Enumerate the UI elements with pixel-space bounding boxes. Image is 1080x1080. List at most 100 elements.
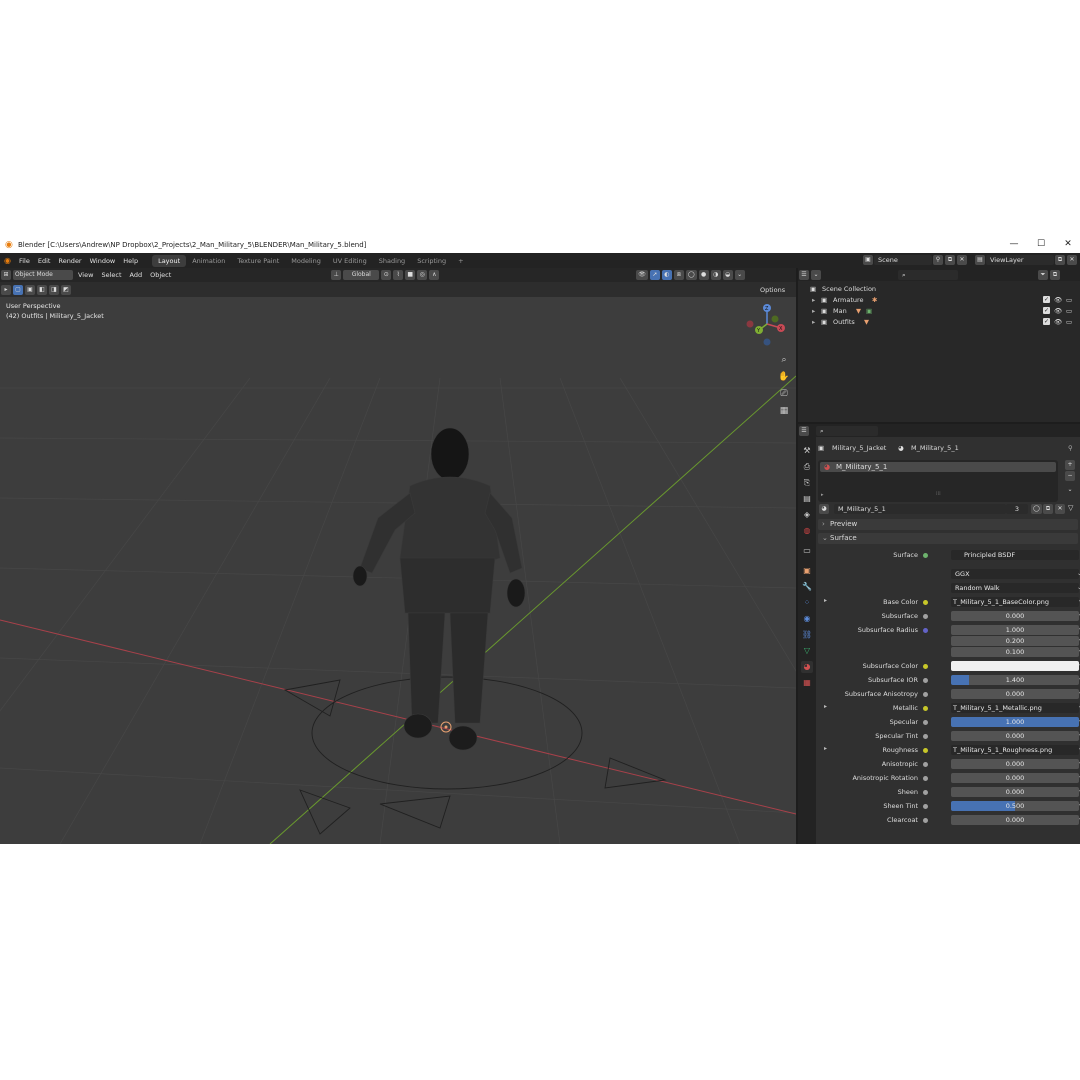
properties-editor-type-icon[interactable]: ☰ [799,425,809,436]
scene-tab-icon[interactable]: ◈ [801,509,813,521]
delete-view-layer-icon[interactable]: ✕ [1067,255,1077,265]
shading-solid-icon[interactable]: ● [698,270,709,280]
expand-input-icon[interactable]: ▸ [824,703,827,710]
outliner-item-armature[interactable]: ▸ ▣ Armature ✱ ✓ 👁 ▭ [798,294,1080,305]
texture-input[interactable]: T_Military_5_1_Roughness.png [951,745,1079,755]
select-subtract-icon[interactable]: ◧ [37,284,47,295]
select-extend-icon[interactable]: ▣ [25,284,35,295]
object-tab-icon[interactable]: ▣ [801,565,813,577]
expand-list-icon[interactable]: ▸ [821,492,824,498]
input-socket-icon[interactable] [923,678,928,683]
shading-options-icon[interactable]: ⌄ [734,270,745,280]
tab-animation[interactable]: Animation [186,255,231,267]
expand-arrow-icon[interactable]: ▸ [812,318,815,326]
material-users-count[interactable]: 3 [1006,504,1028,514]
input-socket-icon[interactable] [923,804,928,809]
pan-hand-icon[interactable]: ✋ [778,371,790,383]
scene-selector[interactable]: Scene [874,255,932,265]
menu-edit[interactable]: Edit [34,257,55,265]
expand-arrow-icon[interactable]: ▸ [812,307,815,315]
subsurface-method-selector[interactable]: Random Walk [951,583,1079,593]
viewport-menu-view[interactable]: View [74,271,97,279]
falloff-icon[interactable]: ∧ [429,270,440,280]
display-mode-icon[interactable]: ⌄ [811,269,821,280]
viewport-menu-select[interactable]: Select [97,271,125,279]
render-icon[interactable]: ▭ [1066,296,1072,304]
gizmo-neg-y[interactable] [771,315,779,323]
tab-scripting[interactable]: Scripting [411,255,452,267]
browse-material-icon[interactable]: ◕ [819,504,829,514]
gizmo-neg-z[interactable] [763,338,771,346]
expand-arrow-icon[interactable]: ▸ [812,296,815,304]
3d-viewport[interactable]: ⊞ Object Mode View Select Add Object ⊥ G… [0,268,796,844]
new-view-layer-icon[interactable]: ⧉ [1055,255,1065,265]
distribution-selector[interactable]: GGX [951,569,1079,579]
viewport-menu-add[interactable]: Add [126,271,147,279]
tab-layout[interactable]: Layout [152,254,187,267]
exclude-checkbox[interactable]: ✓ [1043,296,1050,303]
material-slot-row[interactable]: ◕ M_Military_5_1 [820,462,1056,472]
snap-target-icon[interactable]: ■ [405,270,416,280]
view-layer-selector[interactable]: ViewLayer [986,255,1054,265]
output-tab-icon[interactable]: ⎘ [801,477,813,489]
select-new-icon[interactable]: ▢ [13,284,23,295]
value-slider[interactable]: 0.000 [951,815,1079,825]
gizmo-neg-x[interactable] [746,320,754,328]
shading-material-icon[interactable]: ◑ [710,270,721,280]
input-socket-icon[interactable] [923,790,928,795]
expand-arrow-icon[interactable]: ⌄ [822,534,828,542]
constraints-tab-icon[interactable]: ⛓ [801,629,813,641]
pin-icon[interactable]: ⚲ [1068,444,1073,452]
input-socket-icon[interactable] [923,748,928,753]
physics-tab-icon[interactable]: ◉ [801,613,813,625]
visibility-icon[interactable]: 👁 [636,270,648,280]
menu-window[interactable]: Window [86,257,120,265]
overlay-toggle-icon[interactable]: ◐ [661,270,672,280]
outliner-item-man[interactable]: ▸ ▣ Man ▼ ▣ ✓ 👁 ▭ [798,305,1080,316]
unlink-material-icon[interactable]: ✕ [1055,504,1065,514]
gizmo-toggle-icon[interactable]: ➚ [649,270,660,280]
expand-input-icon[interactable]: ▸ [824,745,827,752]
pin-scene-icon[interactable]: ⚲ [933,255,943,265]
close-button[interactable]: ✕ [1057,236,1079,253]
view-layer-icon[interactable]: ▤ [975,255,985,265]
texture-input[interactable]: T_Military_5_1_Metallic.png [951,703,1079,713]
input-socket-icon[interactable] [923,600,928,605]
menu-render[interactable]: Render [54,257,85,265]
outliner-item-outfits[interactable]: ▸ ▣ Outfits ▼ ✓ 👁 ▭ [798,316,1080,327]
tool-tab-icon[interactable]: ⚒ [801,445,813,457]
remove-slot-button[interactable]: − [1065,471,1075,481]
particles-tab-icon[interactable]: ⁘ [801,597,813,609]
material-name-input[interactable]: M_Military_5_1 [834,504,1006,514]
value-slider[interactable]: 1.400 [951,675,1079,685]
outliner-editor-type-icon[interactable]: ☰ [799,269,809,280]
minimize-button[interactable]: — [1003,236,1025,253]
delete-scene-icon[interactable]: ✕ [957,255,967,265]
surface-panel-header[interactable]: ⌄ Surface [818,533,1078,544]
zoom-icon[interactable]: ⌕ [778,354,790,366]
material-slot-list[interactable]: ◕ M_Military_5_1 ▸ ⁞⁞⁞ [818,460,1058,502]
input-socket-icon[interactable] [923,628,928,633]
render-tab-icon[interactable]: ⎙ [801,461,813,473]
collection-tab-icon[interactable]: ▭ [801,545,813,557]
new-scene-icon[interactable]: ⧉ [945,255,955,265]
orthographic-grid-icon[interactable]: ▦ [778,405,790,417]
render-icon[interactable]: ▭ [1066,318,1072,326]
new-collection-icon[interactable]: ⧉ [1050,269,1060,280]
texture-tab-icon[interactable]: ▦ [801,677,813,689]
exclude-checkbox[interactable]: ✓ [1043,318,1050,325]
eye-icon[interactable]: 👁 [1054,296,1062,304]
expand-input-icon[interactable]: ▸ [824,597,827,604]
data-tab-icon[interactable]: ▽ [801,645,813,657]
value-slider[interactable]: 0.500 [951,801,1079,811]
view-layer-tab-icon[interactable]: ▤ [801,493,813,505]
orientation-icon[interactable]: ⊥ [331,270,342,280]
material-tab-icon[interactable]: ◕ [801,661,813,673]
value-slider[interactable]: 0.000 [951,787,1079,797]
value-slider[interactable]: 0.000 [951,611,1079,621]
scene-icon[interactable]: ▣ [863,255,873,265]
render-icon[interactable]: ▭ [1066,307,1072,315]
navigation-gizmo[interactable]: Z X Y [745,300,789,348]
exclude-checkbox[interactable]: ✓ [1043,307,1050,314]
input-socket-icon[interactable] [923,720,928,725]
